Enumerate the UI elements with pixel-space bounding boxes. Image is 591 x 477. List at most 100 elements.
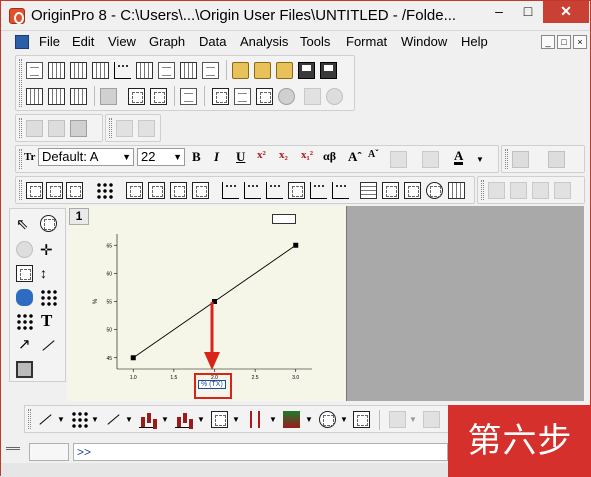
- chevron-down-icon[interactable]: ▼: [305, 415, 313, 424]
- save-project-icon[interactable]: [298, 62, 315, 79]
- menu-help[interactable]: Help: [461, 34, 488, 49]
- y-axis-title[interactable]: %: [93, 298, 99, 304]
- menu-analysis[interactable]: Analysis: [240, 34, 288, 49]
- refresh-icon[interactable]: [128, 88, 145, 105]
- chevron-down-icon[interactable]: ▼: [122, 149, 131, 165]
- layer-3-icon[interactable]: [170, 182, 187, 199]
- new-matrix-icon[interactable]: [136, 62, 153, 79]
- data-reader-icon[interactable]: [16, 289, 33, 306]
- menu-edit[interactable]: Edit: [72, 34, 94, 49]
- new-graph-icon[interactable]: [114, 62, 131, 79]
- layer-1-icon[interactable]: [126, 182, 143, 199]
- chevron-down-icon[interactable]: ▼: [269, 415, 277, 424]
- crosshair-icon[interactable]: ✛: [40, 241, 57, 259]
- zoom-out-icon[interactable]: [46, 182, 63, 199]
- layer-2-icon[interactable]: [148, 182, 165, 199]
- toolbar-grip[interactable]: [28, 409, 31, 429]
- text-tool-icon[interactable]: T: [41, 311, 52, 331]
- origin-app-icon[interactable]: [9, 8, 25, 24]
- chevron-down-icon[interactable]: ▼: [91, 415, 99, 424]
- contour-plot-icon[interactable]: [283, 411, 300, 428]
- line-symbol-plot-icon[interactable]: [105, 411, 122, 428]
- import-wizard-icon[interactable]: [70, 88, 87, 105]
- mdi-minimize-button[interactable]: _: [541, 35, 555, 49]
- polar-plot-icon[interactable]: [319, 411, 336, 428]
- open-excel-icon[interactable]: [276, 62, 293, 79]
- toolbar-grip[interactable]: [481, 180, 484, 200]
- results-log-icon[interactable]: [212, 88, 229, 105]
- screen-reader-icon[interactable]: ↕: [40, 265, 57, 282]
- import-single-ascii-icon[interactable]: [26, 88, 43, 105]
- print-icon[interactable]: [100, 88, 117, 105]
- zoom-tool-icon[interactable]: [40, 215, 57, 232]
- document-icon[interactable]: [15, 35, 29, 49]
- menu-view[interactable]: View: [108, 34, 136, 49]
- axes-offset-icon[interactable]: [332, 182, 349, 199]
- minimize-button[interactable]: –: [485, 1, 513, 23]
- chevron-down-icon[interactable]: ▼: [173, 149, 182, 165]
- axes-top-icon[interactable]: [244, 182, 261, 199]
- paste-icon[interactable]: [70, 120, 87, 137]
- maximize-button[interactable]: □: [514, 1, 542, 23]
- bold-button[interactable]: B: [192, 149, 201, 165]
- add-text-icon[interactable]: [360, 182, 377, 199]
- menu-data[interactable]: Data: [199, 34, 226, 49]
- rectangle-tool-icon[interactable]: [16, 361, 33, 378]
- new-workbook-icon[interactable]: [70, 62, 87, 79]
- scale-in-icon[interactable]: [16, 265, 33, 282]
- axes-bottom-left-icon[interactable]: [222, 182, 239, 199]
- add-legend-icon[interactable]: [382, 182, 399, 199]
- new-function-icon[interactable]: [158, 62, 175, 79]
- chevron-down-icon[interactable]: ▼: [57, 415, 65, 424]
- greek-button[interactable]: αβ: [323, 149, 336, 164]
- command-grip-icon[interactable]: [6, 447, 20, 450]
- menu-file[interactable]: File: [39, 34, 60, 49]
- new-layout-icon[interactable]: [180, 62, 197, 79]
- chevron-down-icon[interactable]: ▼: [197, 415, 205, 424]
- scatter-plot-icon[interactable]: [71, 411, 88, 428]
- toolbar-grip[interactable]: [19, 59, 22, 107]
- menu-graph[interactable]: Graph: [149, 34, 185, 49]
- menu-format[interactable]: Format: [346, 34, 387, 49]
- save-template-icon[interactable]: [320, 62, 337, 79]
- font-size-combobox[interactable]: 22 ▼: [137, 148, 185, 166]
- toolbar-grip[interactable]: [109, 118, 112, 138]
- toolbar-grip[interactable]: [19, 118, 22, 138]
- area-plot-icon[interactable]: [211, 411, 228, 428]
- font-name-combobox[interactable]: Default: A ▼: [38, 148, 134, 166]
- menu-tools[interactable]: Tools: [300, 34, 330, 49]
- zoom-in-icon[interactable]: [26, 182, 43, 199]
- project-explorer-icon[interactable]: [180, 88, 197, 105]
- toolbar-grip[interactable]: [505, 149, 508, 169]
- x-axis-title[interactable]: % (TX): [198, 380, 226, 389]
- subscript-button[interactable]: x₂: [279, 149, 288, 161]
- close-button[interactable]: ✕: [543, 1, 589, 23]
- chevron-down-icon[interactable]: ▼: [232, 415, 240, 424]
- new-project-icon[interactable]: [26, 62, 43, 79]
- open-icon[interactable]: [232, 62, 249, 79]
- mdi-close-button[interactable]: ×: [573, 35, 587, 49]
- chevron-down-icon[interactable]: ▼: [340, 415, 348, 424]
- line-tool-icon[interactable]: [40, 337, 57, 354]
- table-icon[interactable]: [448, 182, 465, 199]
- layer-4-icon[interactable]: [192, 182, 209, 199]
- chevron-down-icon[interactable]: ▼: [161, 415, 169, 424]
- data-point[interactable]: [130, 355, 136, 361]
- draw-data-icon[interactable]: [16, 313, 33, 330]
- command-history-box[interactable]: [29, 443, 69, 461]
- supsub-button[interactable]: x₁²: [301, 149, 313, 161]
- chevron-down-icon[interactable]: ▼: [125, 415, 133, 424]
- code-builder-icon[interactable]: [256, 88, 273, 105]
- increase-font-button[interactable]: Aˆ: [348, 149, 362, 165]
- toolbar-grip[interactable]: [19, 149, 22, 169]
- new-worksheet-icon[interactable]: [48, 62, 65, 79]
- plot-area[interactable]: 1.0 1.5 2.0 2.5 3.04550556065 %: [67, 206, 347, 401]
- new-notes-icon[interactable]: [202, 62, 219, 79]
- font-color-button[interactable]: A: [454, 149, 464, 165]
- column-plot-icon[interactable]: [139, 411, 156, 428]
- mdi-restore-button[interactable]: □: [557, 35, 571, 49]
- graph-window[interactable]: 1 1.0 1.5 2.0 2.5 3.0 45 50 55 60 65 % % (TX): [67, 206, 347, 401]
- pointer-icon[interactable]: ⇖: [16, 215, 33, 233]
- whole-page-icon[interactable]: [66, 182, 83, 199]
- axes-right-icon[interactable]: [266, 182, 283, 199]
